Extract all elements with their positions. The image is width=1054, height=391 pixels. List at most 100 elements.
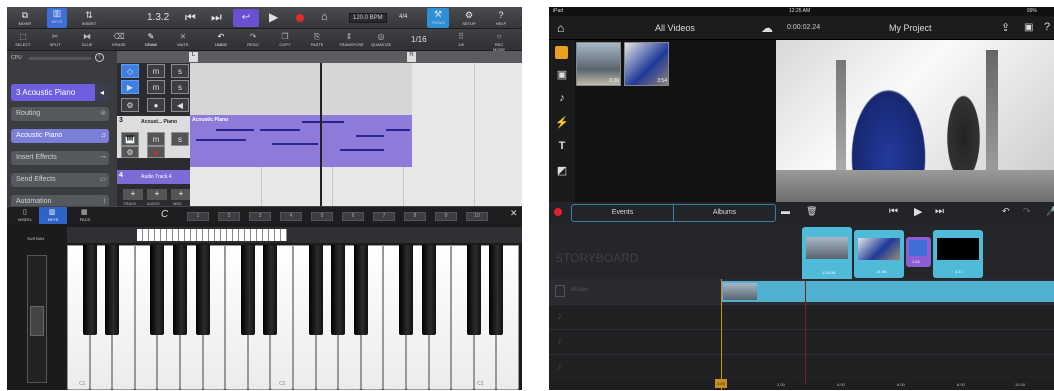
- play-button[interactable]: ▶: [269, 10, 278, 24]
- play-button[interactable]: ▶: [914, 205, 922, 218]
- undo-icon[interactable]: ↶: [1002, 206, 1010, 217]
- home-icon[interactable]: ⌂: [557, 21, 564, 35]
- palette-icon[interactable]: ☁: [761, 21, 773, 35]
- preset-button-1[interactable]: 1: [187, 212, 209, 221]
- black-key[interactable]: [195, 245, 210, 335]
- tempo-display[interactable]: 120.0 BPM: [349, 13, 387, 23]
- s-button[interactable]: s: [171, 80, 189, 94]
- storyboard-clip[interactable]: 1:24.06: [802, 227, 852, 283]
- selected-track-button[interactable]: 3 Acoustic Piano ◂: [11, 84, 109, 101]
- record-button[interactable]: [554, 208, 562, 216]
- quantize-button[interactable]: ◎ QUANTIZE: [371, 32, 391, 47]
- paste-button[interactable]: ⎘ PASTE: [307, 32, 327, 47]
- track-view-icon[interactable]: ◇: [121, 64, 139, 78]
- add-midi-button[interactable]: +: [171, 189, 191, 200]
- select-button[interactable]: ⬚ SELECT: [13, 32, 33, 47]
- black-key[interactable]: [489, 245, 504, 335]
- settings-icon[interactable]: ⚙: [121, 98, 139, 112]
- draw-button[interactable]: ✎ DRAW: [141, 32, 161, 47]
- preset-button-5[interactable]: 5: [311, 212, 333, 221]
- transition-icon[interactable]: ◩: [555, 164, 569, 177]
- skip-forward-button[interactable]: ⏭: [211, 10, 222, 25]
- black-key[interactable]: [263, 245, 278, 335]
- settings-icon[interactable]: ▣: [1024, 22, 1033, 33]
- insert-effects-button[interactable]: Insert Effects ⊸: [11, 151, 109, 165]
- info-icon[interactable]: !: [95, 53, 104, 62]
- insert-button[interactable]: ⇅ INSERT: [79, 10, 99, 26]
- right-locator[interactable]: R: [407, 52, 416, 62]
- preset-button-3[interactable]: 3: [249, 212, 271, 221]
- track-4-header[interactable]: 4 Audio Track 4: [117, 170, 197, 184]
- record-button[interactable]: [296, 14, 304, 22]
- black-key[interactable]: [331, 245, 346, 335]
- video-clip[interactable]: [721, 281, 1054, 302]
- tools-button[interactable]: ⚒ TOOLS: [427, 8, 449, 28]
- preset-button-8[interactable]: 8: [404, 212, 426, 221]
- playhead[interactable]: [721, 279, 722, 390]
- routing-button[interactable]: Routing ⊜: [11, 107, 109, 121]
- m-button[interactable]: m: [147, 80, 165, 94]
- track-3-header[interactable]: 3 Acoust... Piano 🎹 m s ● ⚙: [117, 116, 197, 158]
- add-track-button[interactable]: +: [123, 189, 143, 200]
- help-button[interactable]: ? HELP: [491, 10, 511, 26]
- split-button[interactable]: ✂ SPLIT: [45, 32, 65, 47]
- overview-range[interactable]: [137, 229, 287, 241]
- camera-icon[interactable]: ▬: [781, 206, 790, 216]
- preset-button-6[interactable]: 6: [342, 212, 364, 221]
- mixer-button[interactable]: ⧉ MIXER: [15, 10, 35, 26]
- black-key[interactable]: [308, 245, 323, 335]
- loop-button[interactable]: ↩: [233, 9, 259, 27]
- arrangement-grid[interactable]: Acoustic Piano: [190, 63, 522, 211]
- playhead[interactable]: [320, 63, 322, 211]
- copy-button[interactable]: ❐ COPY: [275, 32, 295, 47]
- instrument-button[interactable]: Acoustic Piano ♫: [11, 129, 109, 143]
- redo-button[interactable]: ↷ REDO: [243, 32, 263, 47]
- send-effects-button[interactable]: Send Effects ▭: [11, 173, 109, 187]
- black-key[interactable]: [173, 245, 187, 335]
- solo-all-button[interactable]: s: [171, 64, 189, 78]
- mute-button[interactable]: ⨯ MUTE: [173, 32, 193, 47]
- trash-icon[interactable]: 🗑: [806, 206, 817, 217]
- effects-icon[interactable]: ⚡: [555, 116, 569, 129]
- midi-clip[interactable]: Acoustic Piano: [190, 115, 412, 167]
- track-record-button[interactable]: ●: [147, 146, 165, 158]
- preset-button-10[interactable]: 10: [466, 212, 488, 221]
- albums-tab[interactable]: Albums: [674, 205, 775, 221]
- metronome-icon[interactable]: ⌂: [321, 11, 328, 23]
- instrument-icon[interactable]: 🎹: [121, 132, 139, 146]
- keys-button[interactable]: ▥ KEYS: [47, 8, 67, 28]
- grid-button[interactable]: ⠿ 1/8: [451, 32, 471, 47]
- mic-icon[interactable]: 🎤: [1046, 206, 1054, 217]
- share-icon[interactable]: ⇪: [1001, 21, 1010, 34]
- skip-back-button[interactable]: ⏮: [889, 206, 898, 217]
- music-icon[interactable]: ♪: [555, 92, 569, 104]
- black-key[interactable]: [150, 245, 165, 335]
- track-solo-button[interactable]: s: [171, 132, 189, 146]
- play-track-icon[interactable]: ▶: [121, 80, 139, 94]
- black-key[interactable]: [82, 245, 97, 335]
- preset-button-4[interactable]: 4: [280, 212, 302, 221]
- black-key[interactable]: [240, 245, 255, 335]
- track-settings-icon[interactable]: ⚙: [121, 146, 139, 158]
- preset-button-9[interactable]: 9: [435, 212, 457, 221]
- glue-button[interactable]: ⧓ GLUE: [77, 32, 97, 47]
- preset-button-7[interactable]: 7: [373, 212, 395, 221]
- video-preview[interactable]: [776, 40, 1054, 202]
- time-marker[interactable]: 0.00: [715, 379, 727, 388]
- black-key[interactable]: [105, 245, 120, 335]
- wheel-handle[interactable]: [30, 306, 44, 336]
- video-thumbnail[interactable]: 0:20: [576, 42, 621, 86]
- black-key[interactable]: [421, 245, 436, 335]
- video-thumbnail[interactable]: 3:54: [624, 42, 669, 86]
- track-mute-button[interactable]: m: [147, 132, 165, 146]
- black-key[interactable]: [466, 245, 481, 335]
- pads-tab[interactable]: ▦ PADS: [71, 207, 99, 225]
- skip-forward-button[interactable]: ⏭: [935, 206, 944, 217]
- close-icon[interactable]: ✕: [510, 208, 518, 219]
- storyboard-clip[interactable]: 4.17: [933, 230, 983, 278]
- storyboard-clip[interactable]: 14.96: [854, 230, 904, 278]
- help-icon[interactable]: ?: [1044, 21, 1050, 33]
- mute-all-button[interactable]: m: [147, 64, 165, 78]
- timeline-ruler[interactable]: L R: [117, 51, 522, 63]
- storyboard-transition[interactable]: 1:24: [906, 237, 931, 267]
